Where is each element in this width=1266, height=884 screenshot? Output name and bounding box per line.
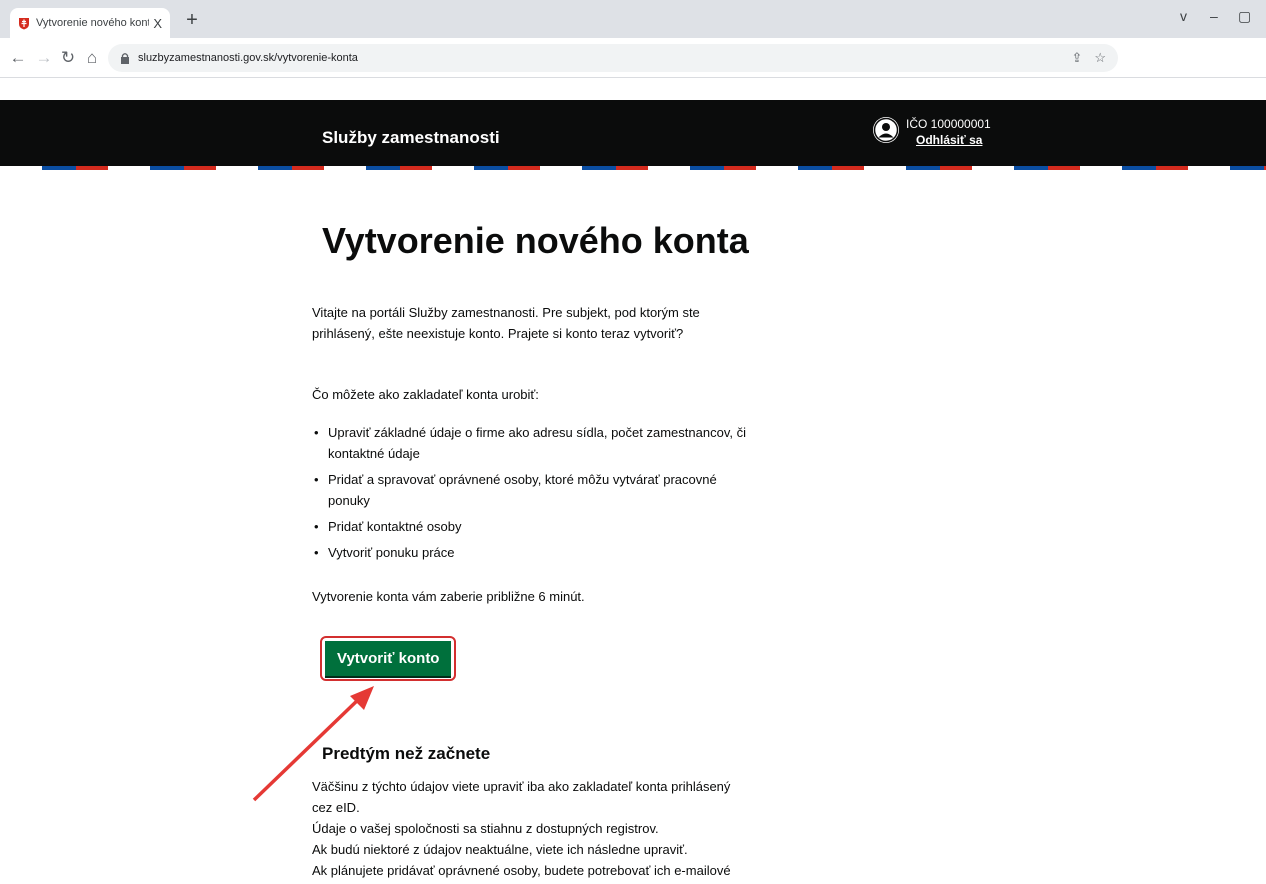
flag-stripe <box>0 166 1266 170</box>
list-item: Vytvoriť ponuku práce <box>312 542 752 563</box>
forward-icon[interactable]: → <box>32 46 56 70</box>
before-line: Ak budú niektoré z údajov neaktuálne, vi… <box>312 842 688 857</box>
tab-title: Vytvorenie nového konta - Služb <box>36 17 149 29</box>
browser-tabstrip: Vytvorenie nového konta - Služb X + v – … <box>0 0 1266 38</box>
cta-highlight: Vytvoriť konto <box>320 636 457 681</box>
intro-paragraph: Vitajte na portáli Služby zamestnanosti.… <box>312 305 700 341</box>
home-icon[interactable]: ⌂ <box>80 46 104 70</box>
slovak-coat-of-arms-icon <box>19 17 29 29</box>
user-box: IČO 100000001 Odhlásiť sa <box>872 116 991 148</box>
tab-close-icon[interactable]: X <box>153 16 162 31</box>
lock-icon <box>121 53 129 64</box>
share-icon[interactable]: ⇪ <box>1071 50 1082 66</box>
logout-link[interactable]: Odhlásiť sa <box>916 132 991 148</box>
address-bar[interactable]: sluzbyzamestnanosti.gov.sk/vytvorenie-ko… <box>108 44 1118 72</box>
back-icon[interactable]: ← <box>6 46 30 70</box>
list-item: Upraviť základné údaje o firme ako adres… <box>312 422 752 464</box>
reload-icon[interactable]: ↻ <box>56 46 80 70</box>
list-item: Pridať a spravovať oprávnené osoby, ktor… <box>312 469 752 511</box>
list-item: Pridať kontaktné osoby <box>312 516 752 537</box>
list-heading: Čo môžete ako zakladateľ konta urobiť: <box>312 387 539 402</box>
page-title: Vytvorenie nového konta <box>322 220 749 261</box>
tab-search-icon[interactable]: v <box>1180 8 1187 24</box>
site-header: Služby zamestnanosti IČO 100000001 Odhlá… <box>0 100 1266 166</box>
browser-tab[interactable]: Vytvorenie nového konta - Služb X <box>10 8 170 38</box>
create-account-button[interactable]: Vytvoriť konto <box>325 641 452 676</box>
user-avatar-icon <box>873 117 899 143</box>
restore-icon[interactable]: ▢ <box>1238 8 1251 25</box>
new-tab-button[interactable]: + <box>180 8 204 32</box>
before-line: Ak plánujete pridávať oprávnené osoby, b… <box>312 863 731 878</box>
minimize-icon[interactable]: – <box>1210 8 1218 24</box>
site-title[interactable]: Služby zamestnanosti <box>322 128 500 148</box>
star-icon[interactable]: ☆ <box>1094 50 1106 66</box>
capabilities-list: Upraviť základné údaje o firme ako adres… <box>312 422 752 568</box>
red-arrow-icon <box>252 686 374 802</box>
url-text: sluzbyzamestnanosti.gov.sk/vytvorenie-ko… <box>138 52 358 64</box>
before-line: Údaje o vašej spoločnosti sa stiahnu z d… <box>312 821 659 836</box>
user-id: IČO 100000001 <box>906 117 991 131</box>
browser-toolbar: ← → ↻ ⌂ sluzbyzamestnanosti.gov.sk/vytvo… <box>0 38 1266 78</box>
duration-note: Vytvorenie konta vám zaberie približne 6… <box>312 589 585 604</box>
